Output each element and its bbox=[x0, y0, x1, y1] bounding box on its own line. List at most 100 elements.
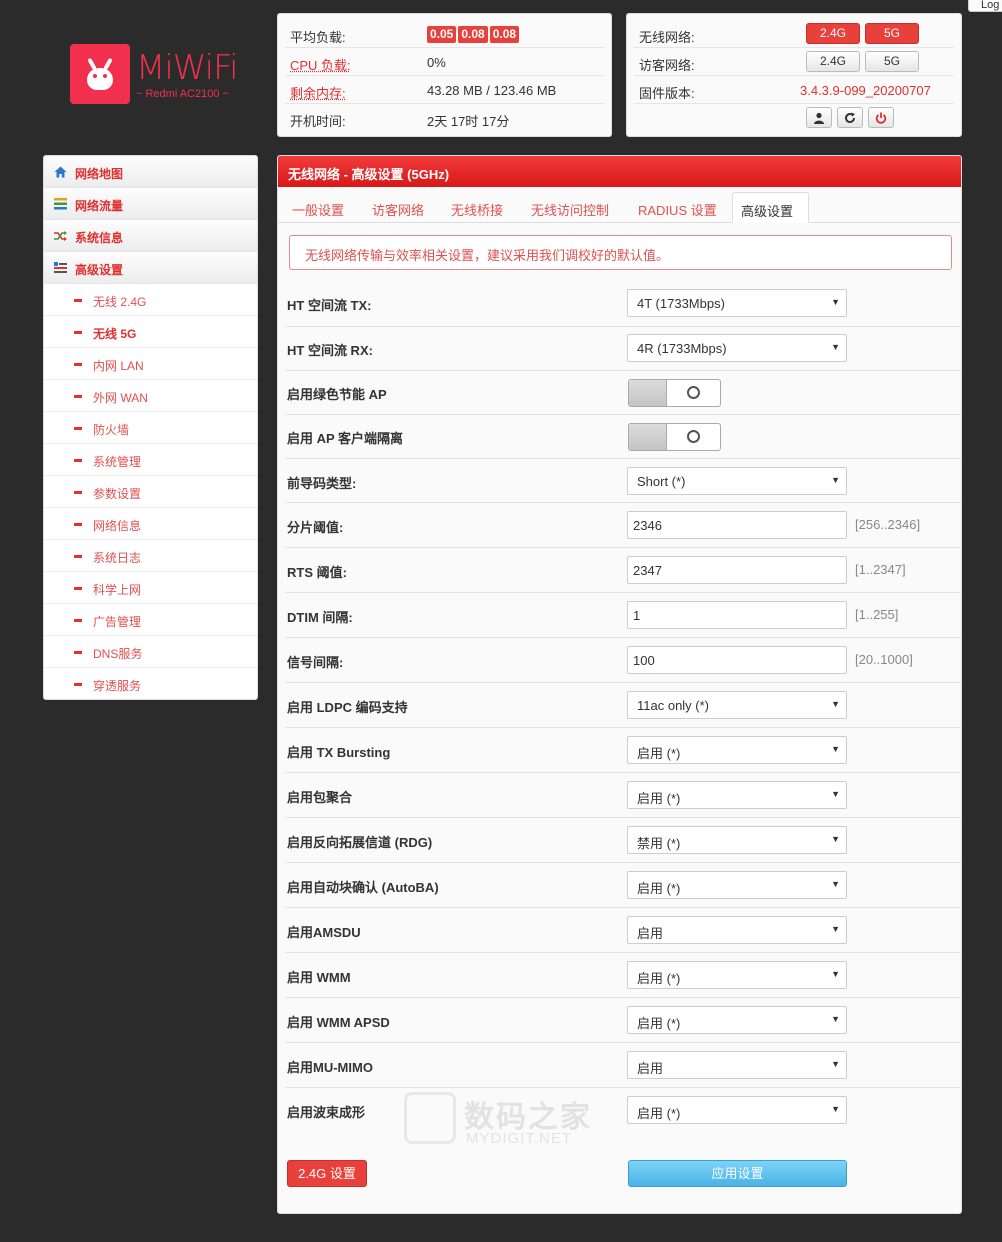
sidebar-sub-system-log[interactable]: 系统日志 bbox=[44, 540, 257, 572]
sidebar-sub-firewall[interactable]: 防火墙 bbox=[44, 412, 257, 444]
cpu-row: CPU 负载: 0% bbox=[285, 48, 604, 76]
logout-button[interactable]: Log bbox=[968, 0, 1002, 12]
sidebar-item-system-info[interactable]: 系统信息 bbox=[44, 220, 257, 252]
settings-list-icon bbox=[54, 262, 67, 274]
field-mu-mimo: 启用MU-MIMO 启用 ▼ bbox=[285, 1043, 961, 1088]
main-panel: 无线网络 - 高级设置 (5GHz) 一般设置 访客网络 无线桥接 无线访问控制… bbox=[277, 155, 962, 1214]
field-preamble: 前导码类型: Short (*) ▼ bbox=[285, 459, 961, 503]
ht-rx-select[interactable]: 4R (1733Mbps) ▼ bbox=[627, 334, 847, 362]
brand-logo: MiWiFi ~ Redmi AC2100 ~ bbox=[70, 44, 240, 106]
fragment-input[interactable]: 2346 bbox=[627, 511, 847, 539]
tab-general[interactable]: 一般设置 bbox=[284, 192, 352, 223]
tab-guest[interactable]: 访客网络 bbox=[364, 192, 432, 223]
ht-tx-select[interactable]: 4T (1733Mbps) ▼ bbox=[627, 289, 847, 317]
chevron-down-icon: ▼ bbox=[831, 969, 840, 979]
system-status-panel: 平均负载: 0.05 0.08 0.08 CPU 负载: 0% 剩余内存: 43.2… bbox=[277, 13, 612, 137]
beamforming-select[interactable]: 启用 (*) ▼ bbox=[627, 1096, 847, 1124]
refresh-button[interactable] bbox=[837, 107, 863, 128]
field-ldpc: 启用 LDPC 编码支持 11ac only (*) ▼ bbox=[285, 683, 961, 728]
ldpc-select[interactable]: 11ac only (*) ▼ bbox=[627, 691, 847, 719]
sidebar-sub-proxy[interactable]: 科学上网 bbox=[44, 572, 257, 604]
sidebar-sub-parameters[interactable]: 参数设置 bbox=[44, 476, 257, 508]
field-ap-isolation: 启用 AP 客户端隔离 bbox=[285, 415, 961, 459]
rts-input[interactable]: 2347 bbox=[627, 556, 847, 584]
sidebar-item-traffic[interactable]: 网络流量 bbox=[44, 188, 257, 220]
wireless-5g-button[interactable]: 5G bbox=[865, 23, 919, 44]
sidebar-sub-wifi-24g[interactable]: 无线 2.4G bbox=[44, 284, 257, 316]
switch-24g-settings-button[interactable]: 2.4G 设置 bbox=[287, 1160, 367, 1187]
sidebar-item-network-map[interactable]: 网络地图 bbox=[44, 156, 257, 188]
memory-link[interactable]: 剩余内存: bbox=[290, 83, 346, 102]
memory-row: 剩余内存: 43.28 MB / 123.46 MB bbox=[285, 76, 604, 104]
action-row bbox=[634, 104, 954, 132]
field-dtim: DTIM 间隔: 1 [1..255] bbox=[285, 593, 961, 638]
sidebar-sub-lan[interactable]: 内网 LAN bbox=[44, 348, 257, 380]
firmware-label: 固件版本: bbox=[639, 86, 695, 101]
tab-access-control[interactable]: 无线访问控制 bbox=[523, 192, 617, 223]
toggle-off-icon bbox=[687, 386, 700, 399]
field-wmm-apsd: 启用 WMM APSD 启用 (*) ▼ bbox=[285, 998, 961, 1043]
guest-24g-button[interactable]: 2.4G bbox=[806, 51, 860, 72]
field-green-ap: 启用绿色节能 AP bbox=[285, 371, 961, 415]
field-tx-bursting: 启用 TX Bursting 启用 (*) ▼ bbox=[285, 728, 961, 773]
sidebar-sub-tunnel[interactable]: 穿透服务 bbox=[44, 668, 257, 699]
sidebar-sub-wan[interactable]: 外网 WAN bbox=[44, 380, 257, 412]
user-button[interactable] bbox=[806, 107, 832, 128]
green-ap-toggle[interactable] bbox=[628, 379, 721, 407]
uptime-value: 2天 17时 17分 bbox=[427, 114, 510, 129]
sidebar-sub-dns[interactable]: DNS服务 bbox=[44, 636, 257, 668]
chevron-down-icon: ▼ bbox=[831, 924, 840, 934]
site-watermark: 数码之家 MYDIGIT.NET bbox=[404, 1092, 604, 1150]
sidebar-sub-system-admin[interactable]: 系统管理 bbox=[44, 444, 257, 476]
field-aggregation: 启用包聚合 启用 (*) ▼ bbox=[285, 773, 961, 818]
sidebar-sub-ad-block[interactable]: 广告管理 bbox=[44, 604, 257, 636]
guest-row: 访客网络: 2.4G 5G bbox=[634, 48, 954, 76]
home-icon bbox=[54, 166, 67, 178]
beacon-input[interactable]: 100 bbox=[627, 646, 847, 674]
sidebar-item-advanced[interactable]: 高级设置 bbox=[44, 252, 257, 284]
load-row: 平均负载: 0.05 0.08 0.08 bbox=[285, 20, 604, 48]
mu-mimo-select[interactable]: 启用 ▼ bbox=[627, 1051, 847, 1079]
chevron-down-icon: ▼ bbox=[831, 699, 840, 709]
page-title: 无线网络 - 高级设置 (5GHz) bbox=[278, 156, 961, 187]
field-fragment: 分片阈值: 2346 [256..2346] bbox=[285, 503, 961, 548]
guest-5g-button[interactable]: 5G bbox=[865, 51, 919, 72]
cpu-link[interactable]: CPU 负载: bbox=[290, 55, 351, 74]
memory-value: 43.28 MB / 123.46 MB bbox=[427, 83, 557, 98]
tab-advanced[interactable]: 高级设置 bbox=[732, 192, 809, 223]
wireless-row: 无线网络: 2.4G 5G bbox=[634, 20, 954, 48]
rdg-select[interactable]: 禁用 (*) ▼ bbox=[627, 826, 847, 854]
sidebar-sub-network-info[interactable]: 网络信息 bbox=[44, 508, 257, 540]
sidebar-nav: 网络地图 网络流量 系统信息 高级设置 无线 2.4G 无线 5G 内网 LAN… bbox=[43, 155, 258, 700]
brand-model: ~ Redmi AC2100 ~ bbox=[136, 88, 229, 100]
tx-bursting-select[interactable]: 启用 (*) ▼ bbox=[627, 736, 847, 764]
uptime-label: 开机时间: bbox=[290, 114, 346, 129]
amsdu-select[interactable]: 启用 ▼ bbox=[627, 916, 847, 944]
aggregation-select[interactable]: 启用 (*) ▼ bbox=[627, 781, 847, 809]
autoba-select[interactable]: 启用 (*) ▼ bbox=[627, 871, 847, 899]
wireless-24g-button[interactable]: 2.4G bbox=[806, 23, 860, 44]
guest-label: 访客网络: bbox=[639, 58, 695, 73]
chevron-down-icon: ▼ bbox=[831, 789, 840, 799]
tab-radius[interactable]: RADIUS 设置 bbox=[630, 192, 725, 223]
tab-bridge[interactable]: 无线桥接 bbox=[443, 192, 511, 223]
wifi-status-panel: 无线网络: 2.4G 5G 访客网络: 2.4G 5G 固件版本: 3.4.3.… bbox=[626, 13, 962, 137]
dtim-input[interactable]: 1 bbox=[627, 601, 847, 629]
wireless-label: 无线网络: bbox=[639, 30, 695, 45]
sidebar-sub-wifi-5g[interactable]: 无线 5G bbox=[44, 316, 257, 348]
ap-isolation-toggle[interactable] bbox=[628, 423, 721, 451]
shuffle-icon bbox=[54, 230, 67, 242]
power-button[interactable] bbox=[868, 107, 894, 128]
load-label: 平均负载: bbox=[290, 30, 346, 45]
apply-settings-button[interactable]: 应用设置 bbox=[628, 1160, 847, 1187]
field-ht-rx: HT 空间流 RX: 4R (1733Mbps) ▼ bbox=[285, 327, 961, 371]
wmm-apsd-select[interactable]: 启用 (*) ▼ bbox=[627, 1006, 847, 1034]
preamble-select[interactable]: Short (*) ▼ bbox=[627, 467, 847, 495]
bars-icon bbox=[54, 198, 67, 210]
settings-form: HT 空间流 TX: 4T (1733Mbps) ▼ HT 空间流 RX: 4R … bbox=[285, 282, 961, 1133]
chevron-down-icon: ▼ bbox=[831, 297, 840, 307]
load-badge-3: 0.08 bbox=[489, 26, 520, 43]
info-alert: 无线网络传输与效率相关设置，建议采用我们调校好的默认值。 bbox=[289, 235, 952, 270]
wmm-select[interactable]: 启用 (*) ▼ bbox=[627, 961, 847, 989]
tab-bar: 一般设置 访客网络 无线桥接 无线访问控制 RADIUS 设置 高级设置 bbox=[278, 187, 961, 223]
